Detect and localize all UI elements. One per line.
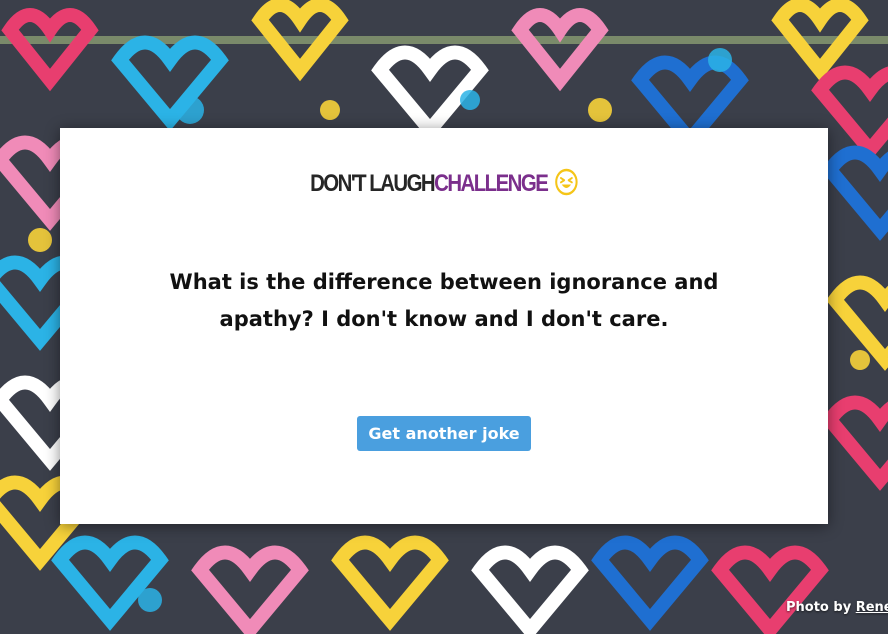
laughing-face-icon: [554, 168, 578, 196]
joke-text: What is the difference between ignorance…: [169, 270, 719, 331]
photo-credit-author-link[interactable]: Rene: [856, 600, 888, 615]
get-another-joke-button[interactable]: Get another joke: [357, 416, 531, 451]
logo-text-challenge: CHALLENGE: [434, 170, 549, 197]
logo-text-dont-laugh: DON'T LAUGH: [310, 170, 436, 197]
app-root: DON'T LAUGHCHALLENGE What is the differe…: [0, 0, 888, 634]
photo-credit-prefix: Photo by: [786, 600, 852, 615]
joke-card: DON'T LAUGHCHALLENGE What is the differe…: [60, 128, 828, 524]
app-logo: DON'T LAUGHCHALLENGE: [118, 168, 771, 199]
photo-credit: Photo by Rene: [786, 600, 888, 615]
